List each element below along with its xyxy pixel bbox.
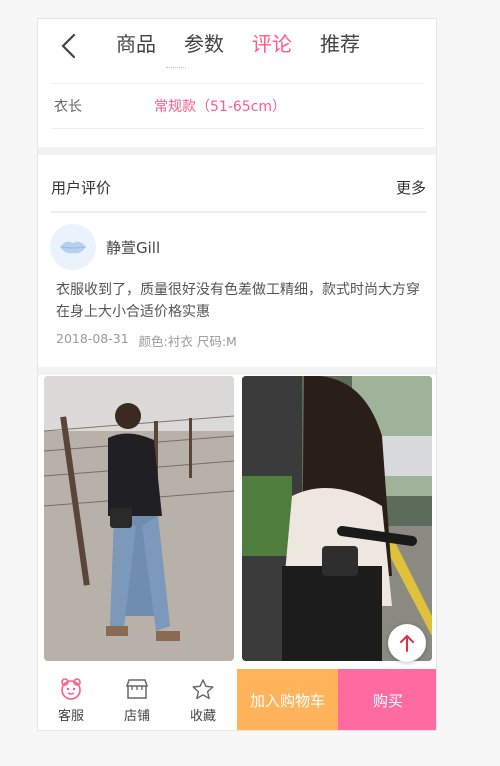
- reviewer-name: 静萱Gill: [106, 239, 161, 257]
- divider: [166, 67, 186, 70]
- arrow-up-icon: [400, 634, 414, 652]
- avatar: [50, 224, 96, 270]
- customer-service-button[interactable]: 客服: [38, 669, 104, 730]
- customer-service-icon: [61, 677, 81, 700]
- review-section-title: 用户评价: [51, 179, 112, 197]
- tab-recommend[interactable]: 推荐: [320, 29, 360, 59]
- spec-value: 常规款（51-65cm）: [154, 99, 287, 115]
- star-icon: [192, 678, 214, 699]
- product-detail-page: 商品 参数 评论 推荐 衣长 常规款（51-65cm） 用户评价 更多 静萱Gi…: [37, 18, 437, 731]
- tab-reviews[interactable]: 评论: [252, 29, 292, 59]
- nav-tabs: 商品 参数 评论 推荐: [116, 29, 360, 59]
- favorite-label: 收藏: [189, 708, 216, 724]
- review-header: 用户评价 更多: [50, 169, 426, 213]
- review-more-link[interactable]: 更多: [396, 177, 426, 198]
- section-divider: [38, 367, 436, 375]
- scroll-to-top-button[interactable]: [388, 624, 426, 662]
- spec-label: 衣长: [54, 99, 82, 115]
- store-button[interactable]: 店铺: [104, 669, 170, 730]
- review-photo[interactable]: [242, 376, 432, 661]
- spec-row: 衣长 常规款（51-65cm）: [52, 83, 424, 129]
- add-to-cart-button[interactable]: 加入购物车: [237, 669, 338, 730]
- review-text: 衣服收到了，质量很好没有色差做工精细，款式时尚大方穿在身上大小合适价格实惠: [56, 282, 420, 320]
- favorite-button[interactable]: 收藏: [170, 669, 236, 730]
- customer-service-label: 客服: [57, 708, 84, 724]
- section-divider: [38, 147, 436, 155]
- tab-params[interactable]: 参数: [184, 29, 224, 59]
- back-arrow-icon[interactable]: [58, 33, 80, 59]
- store-icon: [125, 678, 149, 699]
- store-label: 店铺: [123, 708, 150, 724]
- bottom-action-bar: 客服 店铺 收藏 加入购物车 购买: [38, 669, 436, 730]
- review-photo[interactable]: [44, 376, 234, 661]
- lips-icon: [60, 241, 86, 254]
- review-date: 2018-08-31: [56, 331, 129, 346]
- top-nav: 商品 参数 评论 推荐: [38, 19, 436, 71]
- review-attrs: 颜色:衬衣 尺码:M: [138, 334, 237, 349]
- tab-goods[interactable]: 商品: [116, 29, 156, 59]
- buy-button[interactable]: 购买: [338, 669, 436, 730]
- review-meta: 2018-08-31 颜色:衬衣 尺码:M: [56, 331, 237, 350]
